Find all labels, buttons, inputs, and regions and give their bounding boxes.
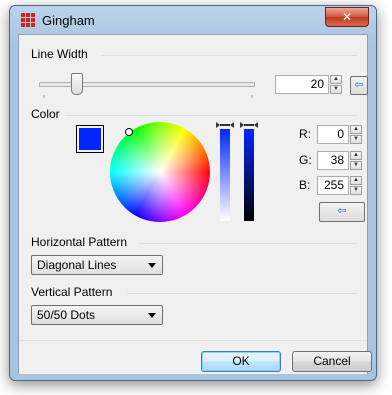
line-width-spinner[interactable]: ▲ ▼ [330, 75, 342, 94]
color-label: Color [31, 107, 60, 121]
current-color-fill [79, 128, 101, 150]
spin-down-icon[interactable]: ▼ [350, 161, 362, 170]
spin-up-icon[interactable]: ▲ [350, 176, 362, 185]
chevron-down-icon [148, 313, 156, 318]
color-apply-button[interactable]: ⇦ [319, 202, 365, 222]
green-label: G: [299, 153, 312, 167]
gingham-dialog: Gingham ✕ Line Width 20 ▲ ▼ ⇦ Color R: 0… [9, 5, 377, 381]
saturation-bar[interactable] [220, 129, 230, 221]
line-width-apply-button[interactable]: ⇦ [350, 76, 368, 95]
line-width-input[interactable]: 20 [275, 75, 329, 94]
line-width-divider [101, 55, 357, 56]
brightness-bar[interactable] [244, 129, 254, 221]
spin-up-icon[interactable]: ▲ [350, 125, 362, 134]
line-width-slider-thumb[interactable] [71, 73, 84, 95]
horizontal-pattern-value: Diagonal Lines [37, 258, 117, 272]
color-wheel[interactable] [110, 122, 210, 222]
green-spinner[interactable]: ▲ ▼ [350, 151, 362, 170]
title-bar[interactable]: Gingham ✕ [10, 6, 376, 34]
vertical-pattern-divider [127, 293, 357, 294]
spin-down-icon[interactable]: ▼ [330, 85, 342, 94]
ok-button[interactable]: OK [201, 351, 281, 372]
blue-label: B: [299, 178, 311, 192]
spin-up-icon[interactable]: ▲ [350, 151, 362, 160]
saturation-bar-handle[interactable] [216, 122, 234, 128]
blue-input[interactable]: 255 [317, 176, 349, 195]
horizontal-pattern-label: Horizontal Pattern [31, 235, 128, 249]
spin-down-icon[interactable]: ▼ [350, 186, 362, 195]
color-divider [65, 115, 357, 116]
color-wheel-marker[interactable] [125, 128, 133, 136]
horizontal-pattern-select[interactable]: Diagonal Lines [31, 255, 163, 275]
spin-down-icon[interactable]: ▼ [350, 135, 362, 144]
window-title: Gingham [42, 13, 95, 28]
spin-up-icon[interactable]: ▲ [330, 75, 342, 84]
app-grid-icon [21, 13, 35, 27]
vertical-pattern-value: 50/50 Dots [37, 308, 96, 322]
line-width-label: Line Width [31, 47, 88, 61]
vertical-pattern-label: Vertical Pattern [31, 285, 113, 299]
close-button[interactable]: ✕ [325, 7, 369, 27]
red-input[interactable]: 0 [317, 125, 349, 144]
dialog-client-area: Line Width 20 ▲ ▼ ⇦ Color R: 0 ▲ ▼ G: 38… [18, 34, 372, 374]
slider-ticks [43, 95, 253, 98]
red-label: R: [299, 127, 311, 141]
red-spinner[interactable]: ▲ ▼ [350, 125, 362, 144]
brightness-bar-handle[interactable] [240, 122, 258, 128]
cancel-button[interactable]: Cancel [292, 351, 372, 372]
current-color-swatch [76, 125, 104, 153]
vertical-pattern-select[interactable]: 50/50 Dots [31, 305, 163, 325]
green-input[interactable]: 38 [317, 151, 349, 170]
blue-spinner[interactable]: ▲ ▼ [350, 176, 362, 195]
horizontal-pattern-divider [139, 243, 357, 244]
chevron-down-icon [148, 263, 156, 268]
